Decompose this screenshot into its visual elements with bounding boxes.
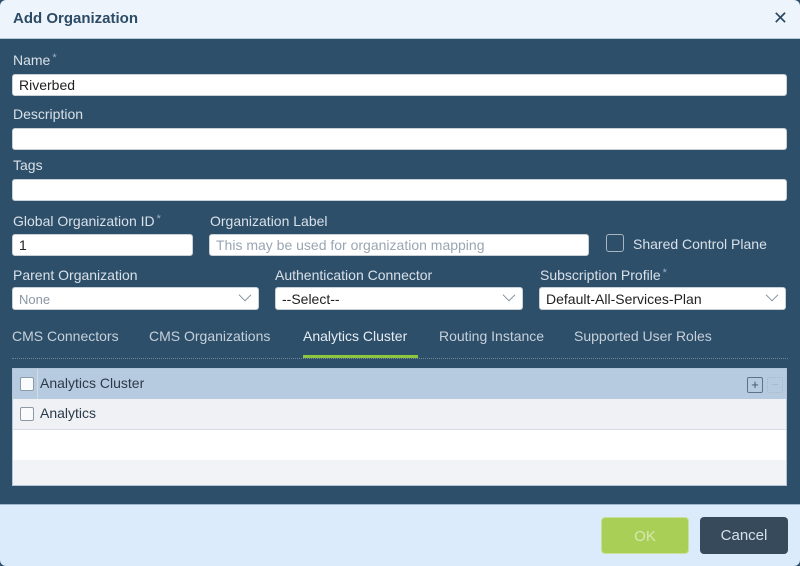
chevron-down-icon [238, 288, 252, 302]
table-empty-row [13, 430, 786, 460]
shared-control-plane-label: Shared Control Plane [633, 236, 767, 252]
minus-icon[interactable]: − [767, 377, 783, 393]
tab-supported-user-roles[interactable]: Supported User Roles [574, 328, 712, 344]
global-org-id-label-text: Global Organization ID [13, 213, 155, 229]
shared-control-plane-checkbox[interactable] [606, 234, 624, 252]
tab-analytics-cluster[interactable]: Analytics Cluster [303, 328, 407, 344]
parent-org-select[interactable]: None [12, 287, 259, 310]
global-org-id-input[interactable] [12, 234, 193, 256]
name-label-text: Name [13, 52, 51, 68]
active-tab-indicator [303, 355, 418, 358]
required-mark: * [52, 52, 57, 64]
name-input[interactable] [12, 74, 787, 96]
add-organization-dialog: Add Organization ✕ Name* Description Tag… [0, 0, 800, 566]
tab-cms-organizations[interactable]: CMS Organizations [149, 328, 270, 344]
auth-connector-select[interactable]: --Select-- [275, 287, 523, 310]
subscription-profile-value: Default-All-Services-Plan [546, 291, 702, 307]
tab-cms-connectors[interactable]: CMS Connectors [12, 328, 119, 344]
parent-org-label: Parent Organization [13, 267, 138, 283]
description-label: Description [13, 106, 84, 122]
column-header-analytics-cluster: Analytics Cluster [40, 375, 145, 391]
dialog-footer: OK Cancel [0, 504, 800, 566]
description-input[interactable] [12, 128, 787, 150]
tab-routing-instance[interactable]: Routing Instance [439, 328, 544, 344]
chevron-down-icon [765, 288, 779, 302]
required-mark: * [662, 267, 667, 279]
table-header: Analytics Cluster + − [13, 369, 786, 400]
auth-connector-value: --Select-- [282, 291, 340, 307]
parent-org-value: None [19, 292, 51, 307]
dialog-title: Add Organization [13, 10, 138, 27]
tags-label: Tags [13, 157, 43, 173]
chevron-down-icon [502, 288, 516, 302]
subscription-profile-label: Subscription Profile * [540, 267, 667, 283]
cancel-button[interactable]: Cancel [700, 517, 788, 554]
required-mark: * [156, 213, 161, 225]
org-label-input[interactable] [209, 234, 589, 256]
dialog-titlebar: Add Organization ✕ [0, 0, 800, 39]
table-row[interactable]: Analytics [13, 399, 786, 430]
global-org-id-label: Global Organization ID * [13, 213, 161, 229]
auth-connector-label: Authentication Connector [275, 267, 433, 283]
subscription-profile-label-text: Subscription Profile [540, 267, 661, 283]
tab-bar: CMS Connectors CMS Organizations Analyti… [12, 326, 788, 359]
row-value: Analytics [40, 405, 97, 421]
select-all-checkbox[interactable] [20, 377, 34, 391]
name-label: Name * [13, 52, 57, 68]
ok-button[interactable]: OK [601, 517, 689, 554]
plus-icon[interactable]: + [747, 377, 763, 393]
subscription-profile-select[interactable]: Default-All-Services-Plan [539, 287, 786, 310]
row-checkbox[interactable] [20, 407, 34, 421]
org-label-label: Organization Label [210, 213, 328, 229]
close-icon[interactable]: ✕ [773, 9, 788, 27]
analytics-cluster-table: Analytics Cluster + − Analytics [12, 368, 787, 486]
tags-input[interactable] [12, 179, 787, 201]
